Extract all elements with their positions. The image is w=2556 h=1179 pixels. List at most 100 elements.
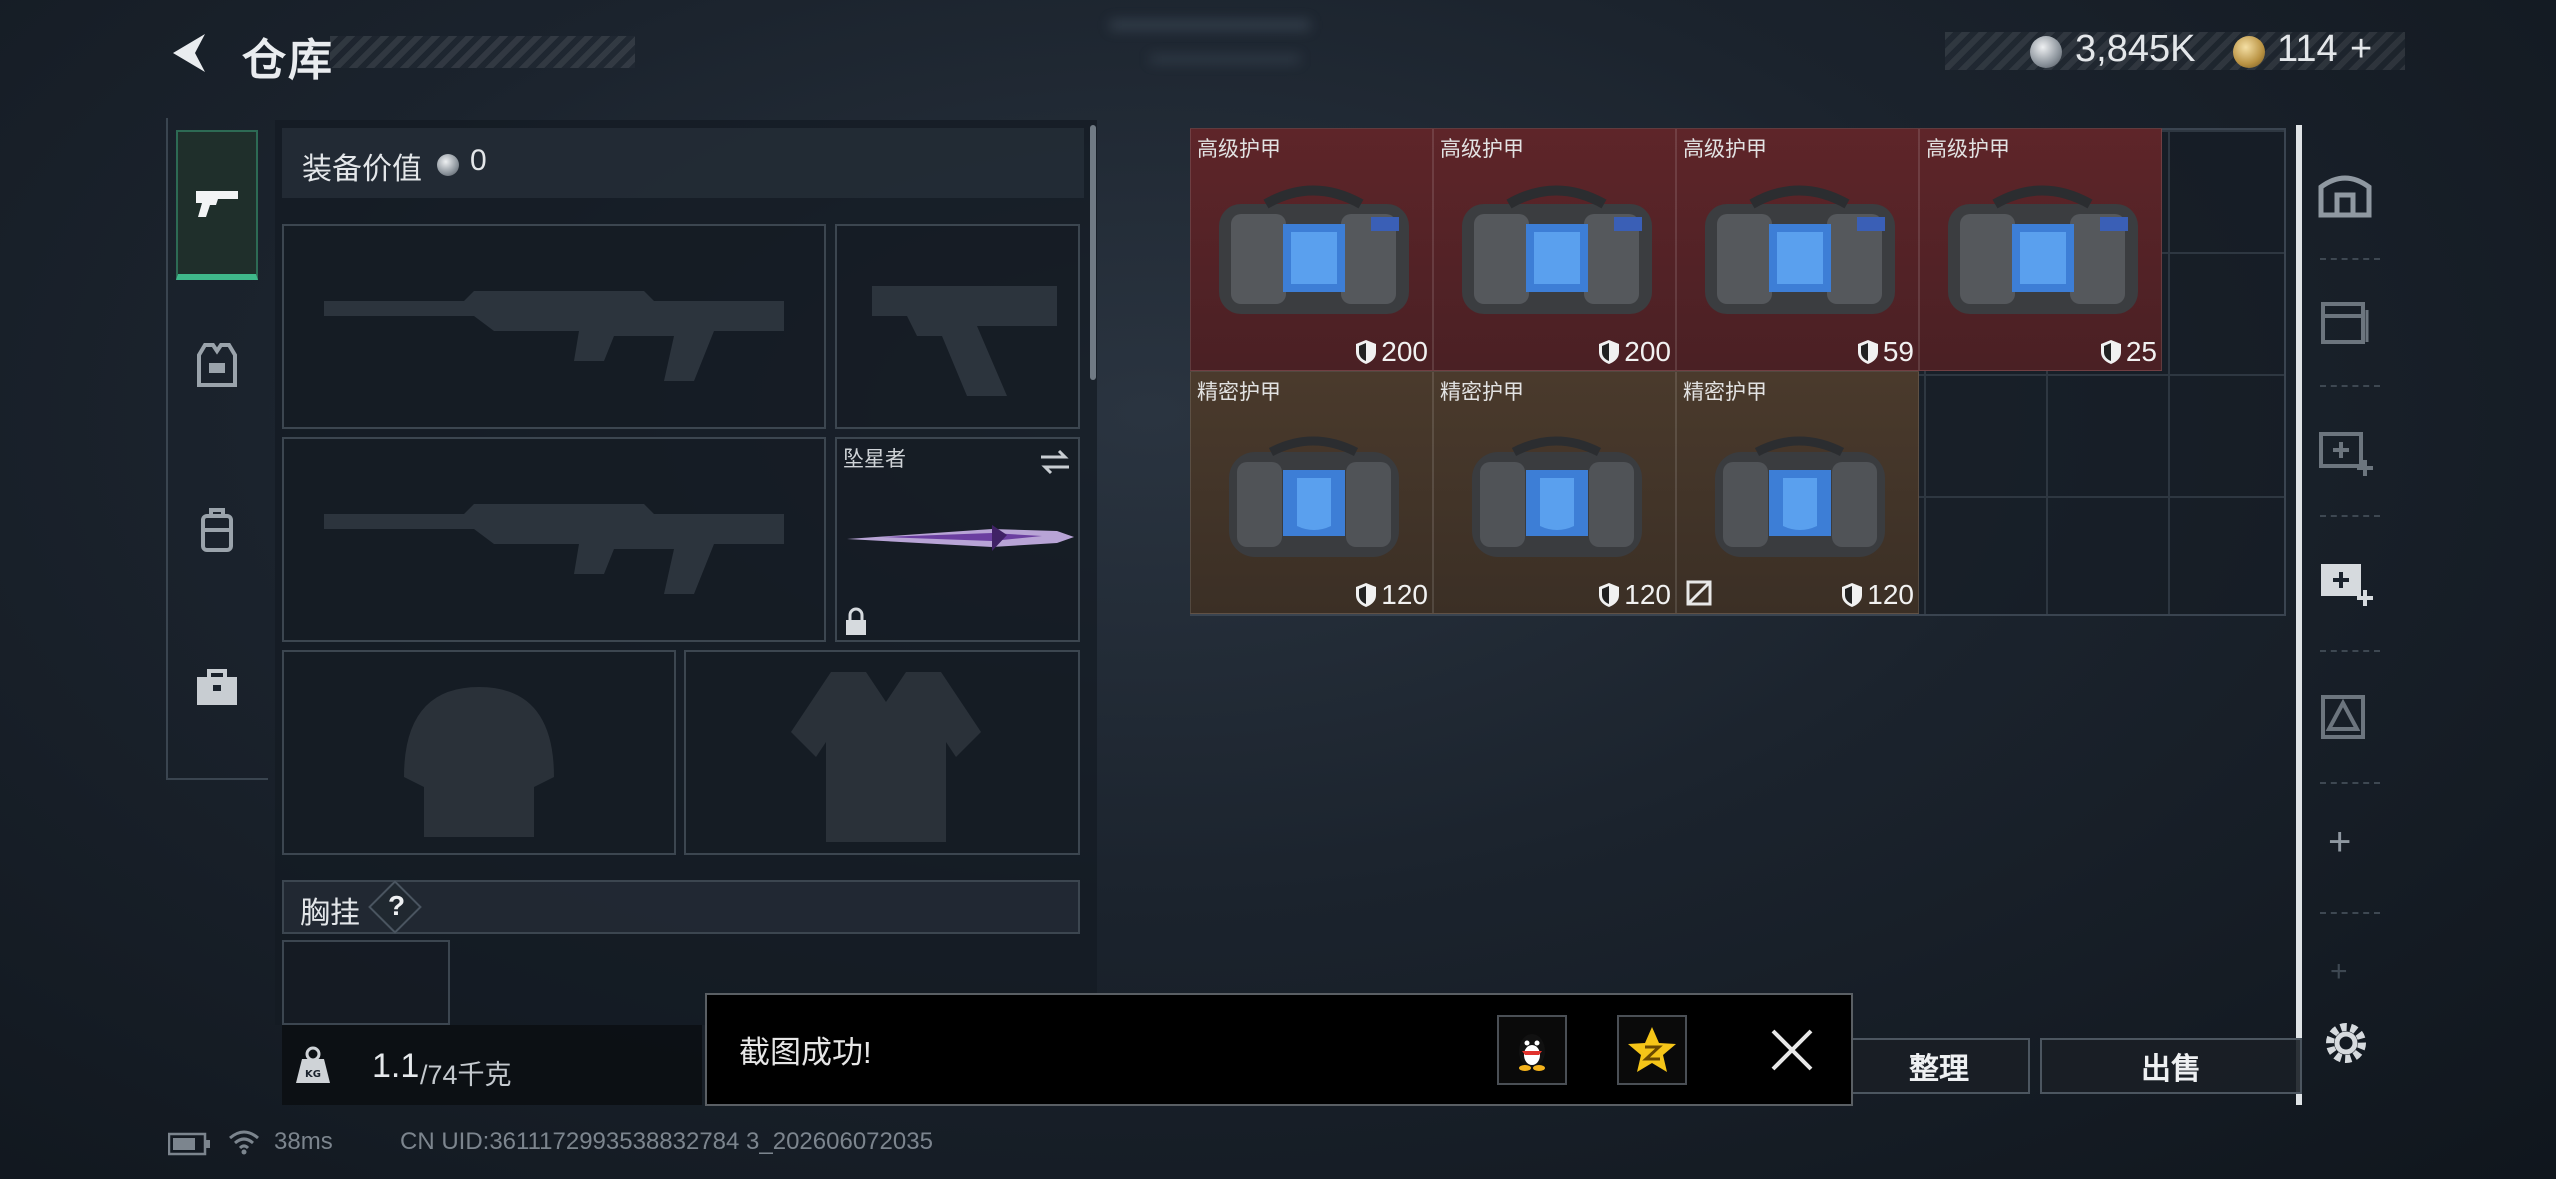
toast-message: 截图成功!: [739, 1035, 872, 1070]
shield-icon: [2100, 340, 2121, 364]
item-durability: 59: [1857, 336, 1914, 368]
equipment-value-amount: 0: [470, 144, 487, 177]
tool-divider: [2320, 258, 2380, 260]
plus-faint-icon[interactable]: +: [2330, 955, 2348, 989]
sort-button[interactable]: 整理: [1848, 1038, 2030, 1094]
item-name: 精密护甲: [1197, 381, 1281, 404]
item-durability: 120: [1841, 579, 1914, 611]
gear-icon[interactable]: [2318, 1015, 2374, 1071]
inventory-item[interactable]: 精密护甲 120: [1433, 371, 1676, 614]
battery-icon: [168, 1132, 210, 1156]
inventory-item[interactable]: 精密护甲 120: [1676, 371, 1919, 614]
qzone-star-icon: [1628, 1027, 1676, 1072]
storage-box-icon[interactable]: [2315, 290, 2375, 350]
help-icon[interactable]: ?: [388, 890, 405, 922]
background-streak: [1150, 55, 1300, 63]
tab-backpack[interactable]: [176, 455, 258, 605]
plus-icon[interactable]: +: [2328, 820, 2351, 865]
back-arrow-icon[interactable]: [165, 28, 215, 78]
add-storage-active-icon[interactable]: [2315, 550, 2375, 610]
item-name: 高级护甲: [1197, 138, 1281, 161]
tool-divider: [2320, 385, 2380, 387]
safe-box-icon[interactable]: [2315, 165, 2375, 225]
armor-bag-icon: [1472, 436, 1642, 557]
shield-icon: [1857, 340, 1878, 364]
tab-armor[interactable]: [176, 290, 258, 440]
silver-coin-icon: [2030, 36, 2062, 68]
armor-bag-icon: [1462, 185, 1652, 314]
armor-bag-icon: [1948, 185, 2138, 314]
tool-divider: [2320, 515, 2380, 517]
inventory-item[interactable]: 高级护甲 59: [1676, 128, 1919, 371]
durability-value: 25: [2125, 336, 2157, 367]
primary-weapon-slot-1[interactable]: [282, 224, 826, 429]
share-qq-button[interactable]: [1497, 1015, 1567, 1085]
primary-weapon-slot-2[interactable]: [282, 437, 826, 642]
melee-weapon-name: 坠星者: [843, 448, 906, 471]
item-durability: 120: [1355, 579, 1428, 611]
background-streak: [1110, 20, 1310, 30]
share-qzone-button[interactable]: [1617, 1015, 1687, 1085]
shield-icon: [1599, 340, 1620, 364]
broken-durability-icon: [1686, 580, 1712, 606]
tab-weapons[interactable]: [176, 130, 258, 280]
add-currency-button[interactable]: +: [2350, 28, 2372, 71]
item-durability: 25: [2100, 336, 2157, 368]
close-icon[interactable]: [1769, 1027, 1815, 1073]
vest-silhouette-icon: [791, 672, 981, 842]
item-name: 精密护甲: [1440, 381, 1524, 404]
item-name: 精密护甲: [1683, 381, 1767, 404]
durability-value: 120: [1867, 579, 1914, 610]
qq-penguin-icon: [1519, 1034, 1545, 1071]
ping-text: 38ms: [274, 1128, 333, 1155]
lock-icon: [846, 607, 866, 635]
tool-divider: [2320, 912, 2380, 914]
gold-coin-icon: [2233, 36, 2265, 68]
screenshot-toast: 截图成功!: [705, 993, 1853, 1106]
backpack-icon: [201, 508, 233, 552]
silver-coin-icon: [437, 154, 459, 176]
weight-icon: KG: [296, 1046, 330, 1083]
chest-rig-slot[interactable]: [282, 940, 450, 1025]
chest-rig-header: 胸挂 ?: [282, 880, 1080, 934]
uid-text: CN UID:3611172993538832784 3_20260607203…: [400, 1128, 933, 1155]
rifle-silhouette-icon: [324, 291, 784, 381]
swap-icon[interactable]: [1037, 447, 1073, 477]
tool-divider: [2320, 782, 2380, 784]
inventory-item[interactable]: 高级护甲 25: [1919, 128, 2162, 371]
helmet-slot[interactable]: [282, 650, 676, 855]
inventory-item[interactable]: 精密护甲 120: [1190, 371, 1433, 614]
armor-bag-icon: [1705, 185, 1895, 314]
chest-rig-label: 胸挂: [300, 897, 360, 930]
item-name: 高级护甲: [1683, 138, 1767, 161]
gold-currency-amount: 114: [2277, 28, 2338, 70]
pyramid-crate-icon[interactable]: [2315, 685, 2375, 745]
pistol-slot[interactable]: [835, 224, 1080, 429]
item-durability: 200: [1355, 336, 1428, 368]
tab-toolbox[interactable]: [176, 612, 258, 762]
item-durability: 200: [1598, 336, 1671, 368]
wifi-icon: [229, 1130, 259, 1155]
sell-button[interactable]: 出售: [2040, 1038, 2302, 1094]
armor-bag-icon: [1229, 436, 1399, 557]
dagger-icon: [847, 525, 1074, 551]
equipment-scrollbar[interactable]: [1090, 125, 1096, 380]
durability-value: 200: [1381, 336, 1428, 367]
vest-icon: [197, 343, 237, 387]
shield-icon: [1599, 583, 1620, 607]
inventory-item[interactable]: 高级护甲 200: [1190, 128, 1433, 371]
equipment-value-label: 装备价值: [302, 153, 422, 186]
add-storage-icon[interactable]: [2315, 420, 2375, 480]
helmet-silhouette-icon: [404, 687, 554, 837]
pistol-silhouette-icon: [872, 286, 1057, 396]
body-armor-slot[interactable]: [684, 650, 1080, 855]
title-stripe: [330, 36, 635, 68]
inventory-item[interactable]: 高级护甲 200: [1433, 128, 1676, 371]
shield-icon: [1356, 583, 1377, 607]
durability-value: 59: [1882, 336, 1914, 367]
durability-value: 120: [1381, 579, 1428, 610]
item-durability: 120: [1598, 579, 1671, 611]
svg-text:KG: KG: [305, 1069, 321, 1080]
armor-bag-icon: [1715, 436, 1885, 557]
melee-weapon-slot[interactable]: 坠星者: [835, 437, 1080, 642]
